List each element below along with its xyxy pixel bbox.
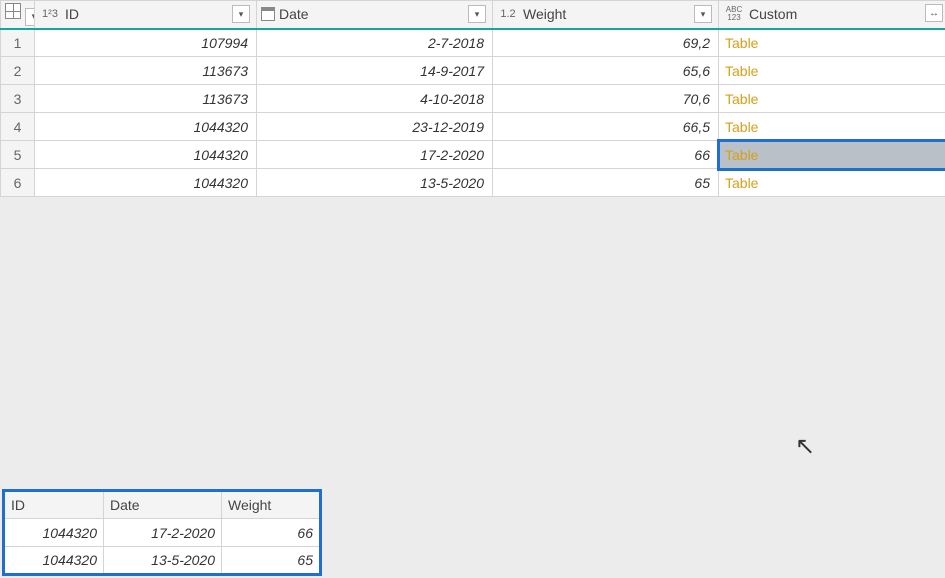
cell-custom-table-link[interactable]: Table [719,113,945,141]
table-body: 11079942-7-201869,2Table211367314-9-2017… [1,29,945,197]
cursor-icon: ↖ [795,432,815,461]
date-type-icon [261,7,275,21]
cell-custom-table-link[interactable]: Table [719,57,945,85]
expand-icon[interactable]: ↔ [925,4,943,22]
cell-date[interactable]: 17-2-2020 [257,141,493,169]
preview-header-weight[interactable]: Weight [222,491,321,519]
table-row[interactable]: 6104432013-5-202065Table [1,169,945,197]
data-table: ▾ 1²3 ID ▾ Date ▾ 1.2 Weight [0,0,945,197]
cell-date[interactable]: 13-5-2020 [257,169,493,197]
cell-weight[interactable]: 66,5 [493,113,719,141]
cell-weight[interactable]: 66 [493,141,719,169]
cell-date[interactable]: 14-9-2017 [257,57,493,85]
preview-cell-date[interactable]: 13-5-2020 [104,547,222,575]
filter-icon[interactable]: ▾ [694,5,712,23]
corner-cell[interactable]: ▾ [1,1,35,29]
row-number[interactable]: 6 [1,169,35,197]
decimal-type-icon: 1.2 [497,9,519,20]
filter-icon[interactable]: ▾ [232,5,250,23]
column-header-id[interactable]: 1²3 ID ▾ [35,1,257,29]
table-row[interactable]: 5104432017-2-202066Table [1,141,945,169]
table-row[interactable]: 4104432023-12-201966,5Table [1,113,945,141]
column-label: Custom [749,6,939,22]
column-label: Date [279,6,464,22]
row-number[interactable]: 3 [1,85,35,113]
preview-table: ID Date Weight 104432017-2-2020661044320… [2,489,322,576]
preview-cell-weight[interactable]: 66 [222,519,321,547]
preview-header-date[interactable]: Date [104,491,222,519]
filter-icon[interactable]: ▾ [468,5,486,23]
column-label: Weight [523,6,690,22]
column-header-custom[interactable]: ABC123 Custom ↔ [719,1,945,29]
cell-weight[interactable]: 65,6 [493,57,719,85]
cell-date[interactable]: 2-7-2018 [257,29,493,57]
table-icon [5,3,21,19]
preview-cell-id[interactable]: 1044320 [4,547,104,575]
preview-header-id[interactable]: ID [4,491,104,519]
cell-weight[interactable]: 70,6 [493,85,719,113]
any-type-icon: ABC123 [723,6,745,22]
preview-row[interactable]: 104432017-2-202066 [4,519,321,547]
cell-custom-table-link[interactable]: Table [719,29,945,57]
cell-id[interactable]: 1044320 [35,113,257,141]
cell-id[interactable]: 113673 [35,85,257,113]
table-row[interactable]: 31136734-10-201870,6Table [1,85,945,113]
row-number[interactable]: 5 [1,141,35,169]
cell-custom-table-link[interactable]: Table [719,169,945,197]
corner-dropdown-icon[interactable]: ▾ [25,8,35,26]
cell-date[interactable]: 23-12-2019 [257,113,493,141]
row-number[interactable]: 1 [1,29,35,57]
cell-id[interactable]: 113673 [35,57,257,85]
cell-id[interactable]: 107994 [35,29,257,57]
preview-cell-id[interactable]: 1044320 [4,519,104,547]
preview-cell-weight[interactable]: 65 [222,547,321,575]
column-header-date[interactable]: Date ▾ [257,1,493,29]
cell-weight[interactable]: 69,2 [493,29,719,57]
row-number[interactable]: 4 [1,113,35,141]
column-header-weight[interactable]: 1.2 Weight ▾ [493,1,719,29]
cell-id[interactable]: 1044320 [35,169,257,197]
cell-date[interactable]: 4-10-2018 [257,85,493,113]
table-row[interactable]: 11079942-7-201869,2Table [1,29,945,57]
cell-custom-table-link[interactable]: Table [719,141,945,169]
cell-weight[interactable]: 65 [493,169,719,197]
header-row: ▾ 1²3 ID ▾ Date ▾ 1.2 Weight [1,1,945,29]
table-row[interactable]: 211367314-9-201765,6Table [1,57,945,85]
preview-cell-date[interactable]: 17-2-2020 [104,519,222,547]
number-type-icon: 1²3 [39,9,61,20]
preview-row[interactable]: 104432013-5-202065 [4,547,321,575]
column-label: ID [65,6,228,22]
row-number[interactable]: 2 [1,57,35,85]
preview-body: 104432017-2-202066104432013-5-202065 [4,519,321,575]
cell-id[interactable]: 1044320 [35,141,257,169]
cell-custom-table-link[interactable]: Table [719,85,945,113]
